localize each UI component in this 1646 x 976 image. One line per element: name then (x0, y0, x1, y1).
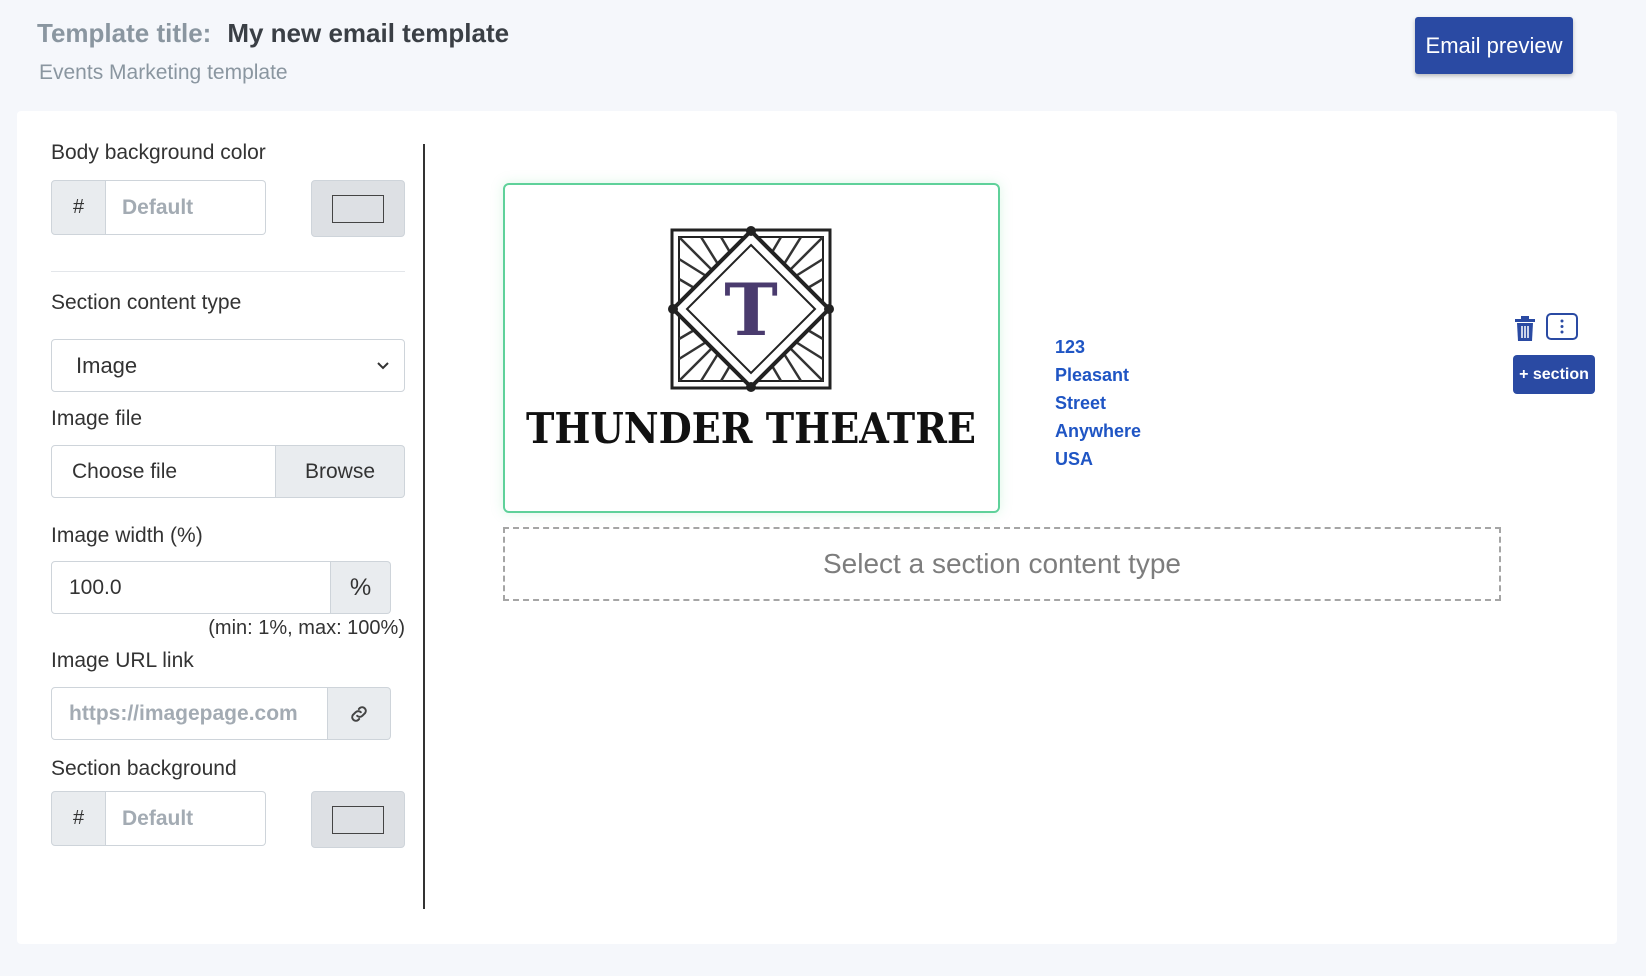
image-file-input-group[interactable]: Choose file Browse (51, 445, 405, 498)
image-url-placeholder: https://imagepage.com (69, 701, 298, 725)
image-width-value: 100.0 (69, 575, 122, 599)
section-bg-hash: # (51, 791, 106, 846)
section-bg-label: Section background (51, 757, 237, 780)
color-swatch (332, 194, 384, 223)
color-swatch (332, 805, 384, 834)
content-type-select[interactable]: Image (51, 339, 405, 392)
address-line1: 123 Pleasant Street (1055, 337, 1130, 413)
body-bg-placeholder: Default (122, 195, 194, 219)
image-section[interactable]: T THUNDER THEATRE (503, 183, 1000, 513)
body-bg-label: Body background color (51, 141, 266, 164)
panel-divider (423, 144, 425, 909)
divider (51, 271, 405, 272)
address-line2: Anywhere USA (1055, 421, 1142, 469)
editor-card: Body background color # Default Section … (17, 111, 1617, 944)
body-bg-hash: # (51, 180, 106, 235)
template-title-label: Template title: (37, 18, 212, 48)
image-file-input[interactable]: Choose file (51, 445, 276, 498)
image-width-input-group: 100.0 % (51, 561, 391, 614)
image-file-label: Image file (51, 407, 143, 430)
percent-addon: % (331, 561, 391, 614)
content-type-label: Section content type (51, 291, 242, 314)
add-section-button[interactable]: + section (1513, 355, 1595, 394)
email-preview-button[interactable]: Email preview (1415, 17, 1573, 74)
link-icon (351, 705, 367, 722)
image-url-input[interactable]: https://imagepage.com (51, 687, 328, 740)
link-addon[interactable] (328, 687, 391, 740)
body-bg-color-picker[interactable] (311, 180, 405, 237)
body-bg-input-group: # Default (51, 180, 266, 235)
body-bg-input[interactable]: Default (106, 180, 266, 235)
thunder-theatre-logo: T THUNDER THEATRE (526, 226, 976, 453)
image-url-input-group: https://imagepage.com (51, 687, 391, 740)
image-width-label: Image width (%) (51, 524, 203, 547)
image-file-placeholder: Choose file (72, 459, 178, 483)
trash-icon[interactable] (1513, 316, 1537, 342)
address-text[interactable]: 123 Pleasant Street Anywhere USA (1055, 333, 1141, 473)
chevron-down-icon (377, 361, 389, 369)
section-bg-input-group: # Default (51, 791, 266, 846)
content-type-value: Image (76, 352, 138, 378)
image-width-input[interactable]: 100.0 (51, 561, 331, 614)
section-bg-color-picker[interactable] (311, 791, 405, 848)
image-width-hint: (min: 1%, max: 100%) (208, 617, 405, 639)
template-header: Template title: My new email template Ev… (37, 18, 509, 85)
browse-button[interactable]: Browse (276, 445, 405, 498)
image-url-label: Image URL link (51, 649, 194, 672)
template-subtitle: Events Marketing template (39, 61, 288, 84)
empty-section-placeholder[interactable]: Select a section content type (503, 527, 1501, 601)
logo-letter: T (724, 267, 778, 352)
section-bg-input[interactable]: Default (106, 791, 266, 846)
drag-handle-icon[interactable] (1546, 313, 1578, 340)
section-bg-placeholder: Default (122, 806, 194, 830)
logo-text: THUNDER THEATRE (526, 404, 976, 453)
template-title-value[interactable]: My new email template (227, 18, 509, 49)
